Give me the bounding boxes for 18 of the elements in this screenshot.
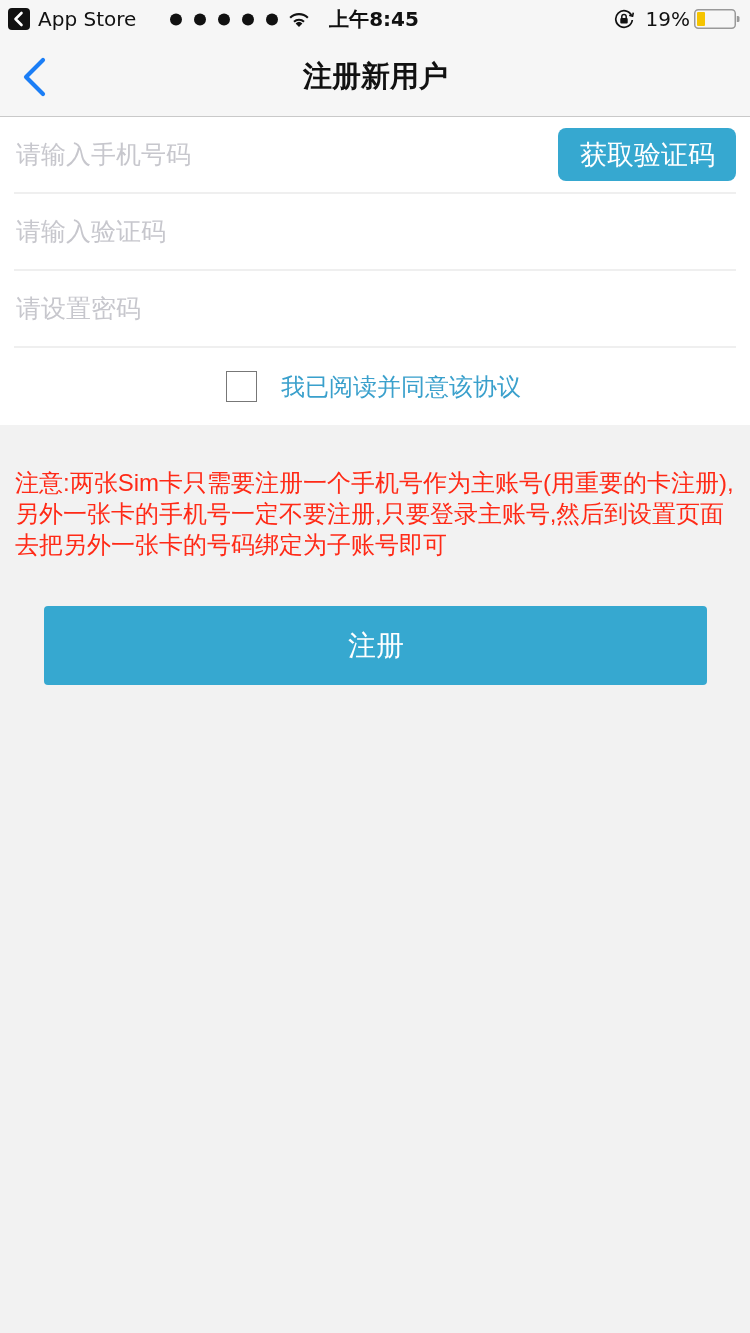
agreement-link[interactable]: 我已阅读并同意该协议 bbox=[280, 370, 521, 403]
battery-percent: 19% bbox=[645, 7, 690, 31]
phone-number-field[interactable]: 请输入手机号码 bbox=[14, 131, 558, 178]
signal-icon bbox=[170, 12, 279, 26]
page-title: 注册新用户 bbox=[302, 58, 448, 95]
verification-code-field[interactable]: 请输入验证码 bbox=[14, 208, 736, 255]
wifi-icon bbox=[288, 11, 311, 27]
get-code-button[interactable]: 获取验证码 bbox=[558, 128, 736, 181]
battery-icon bbox=[694, 9, 740, 29]
password-field[interactable]: 请设置密码 bbox=[14, 285, 736, 332]
status-time: 上午8:45 bbox=[329, 5, 419, 33]
back-chevron-icon bbox=[21, 57, 47, 97]
agreement-checkbox[interactable] bbox=[225, 371, 257, 402]
rotation-lock-icon bbox=[613, 9, 634, 29]
register-button[interactable]: 注册 bbox=[44, 606, 707, 685]
back-chevron-tile-icon bbox=[8, 8, 30, 30]
notice-text: 注意:两张Sim卡只需要注册一个手机号作为主账号(用重要的卡注册),另外一张卡的手机号一定不要注册,只要登录主账号,然后到设置页面去把另外一张卡的号码绑定为子账号即可 bbox=[14, 468, 735, 560]
back-to-app-button[interactable]: App Store bbox=[8, 7, 137, 31]
